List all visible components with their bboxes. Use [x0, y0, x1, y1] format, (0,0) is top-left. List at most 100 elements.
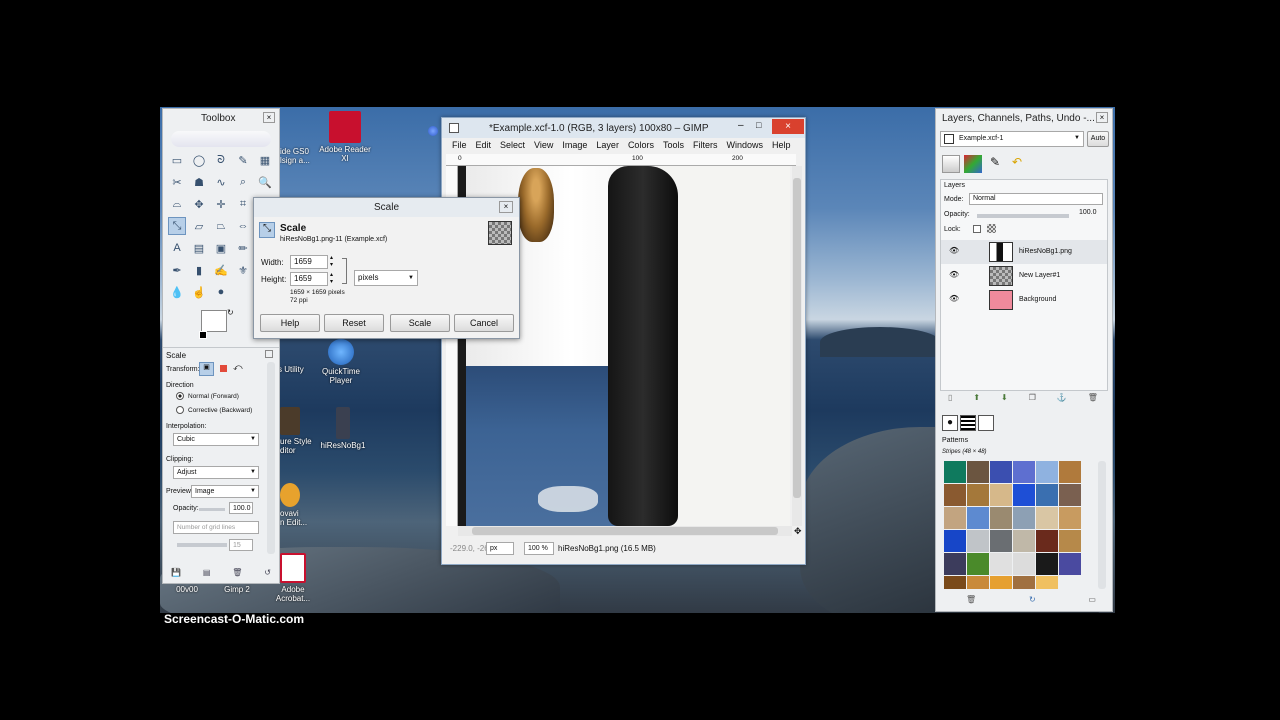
pattern-swatch[interactable]	[990, 461, 1012, 483]
horizontal-scrollbar[interactable]	[458, 526, 792, 536]
close-window-icon[interactable]: ×	[772, 119, 804, 134]
pattern-swatch[interactable]	[967, 461, 989, 483]
pattern-swatch[interactable]	[944, 461, 966, 483]
width-spinner[interactable]: ▴ ▾	[330, 255, 333, 269]
grid-count-input[interactable]: 15	[229, 539, 253, 551]
delete-layer-icon[interactable]: 🗑	[1088, 393, 1098, 407]
eye-icon[interactable]: 👁	[949, 294, 959, 303]
desktop-icon-gs[interactable]: ide GS0 lsign a...	[280, 147, 310, 165]
close-icon[interactable]: ×	[499, 201, 513, 213]
desktop-icon-style-editor[interactable]: ure Style ditor	[280, 407, 316, 455]
default-colors-icon[interactable]	[199, 331, 207, 339]
pattern-swatch[interactable]	[990, 553, 1012, 575]
pattern-swatch[interactable]	[1013, 576, 1035, 589]
opacity-value[interactable]: 100.0	[1079, 209, 1097, 216]
blur-icon[interactable]: 💧	[168, 283, 186, 301]
cancel-button[interactable]: Cancel	[454, 314, 514, 332]
tab-paths[interactable]: ✎	[986, 155, 1004, 173]
menu-view[interactable]: View	[534, 140, 553, 150]
lock-alpha-icon[interactable]	[987, 224, 996, 233]
menu-edit[interactable]: Edit	[476, 140, 492, 150]
image-window-titlebar[interactable]: *Example.xcf-1.0 (RGB, 3 layers) 100x80 …	[442, 118, 805, 138]
pencil-icon[interactable]: ✏	[234, 239, 252, 257]
tool-options-scrollbar[interactable]	[267, 362, 275, 554]
navigate-icon[interactable]: ✥	[794, 526, 802, 537]
pattern-swatch[interactable]	[1036, 530, 1058, 552]
menu-select[interactable]: Select	[500, 140, 525, 150]
eraser-icon[interactable]: ▮	[190, 261, 208, 279]
menu-image[interactable]: Image	[562, 140, 587, 150]
close-icon[interactable]: ×	[263, 112, 275, 123]
clipping-select[interactable]: Adjust	[173, 466, 259, 479]
duplicate-layer-icon[interactable]: ❐	[1029, 393, 1036, 407]
transform-path-icon[interactable]: ⤺	[233, 362, 243, 373]
pattern-swatch[interactable]	[1013, 530, 1035, 552]
refresh-patterns-icon[interactable]: ↻	[1029, 595, 1036, 607]
pattern-swatch[interactable]	[1036, 461, 1058, 483]
desktop-icon-quicktime[interactable]: QuickTime Player	[314, 339, 368, 385]
pattern-swatch[interactable]	[990, 507, 1012, 529]
scissors-icon[interactable]: ✂	[168, 173, 186, 191]
ellipse-select-icon[interactable]: ◯	[190, 151, 208, 169]
menu-filters[interactable]: Filters	[693, 140, 718, 150]
pattern-swatch[interactable]	[944, 530, 966, 552]
clone-icon[interactable]: ⚜	[234, 261, 252, 279]
fuzzy-select-icon[interactable]: ✎	[234, 151, 252, 169]
lower-layer-icon[interactable]: ⬇	[1001, 393, 1008, 407]
transform-selection-icon[interactable]	[220, 365, 227, 372]
paths-icon[interactable]: ∿	[212, 173, 230, 191]
patterns-scrollbar[interactable]	[1098, 461, 1106, 589]
tab-gradients[interactable]	[978, 415, 994, 431]
toolbox-titlebar[interactable]: Toolbox ×	[163, 109, 279, 127]
color-select-icon[interactable]: ▦	[256, 151, 274, 169]
lock-pixels-checkbox[interactable]	[973, 225, 981, 233]
foreground-select-icon[interactable]: ☗	[190, 173, 208, 191]
save-options-icon[interactable]: 💾	[171, 568, 181, 580]
pattern-swatch[interactable]	[967, 484, 989, 506]
pattern-swatch[interactable]	[967, 530, 989, 552]
delete-pattern-icon[interactable]: 🗑	[966, 595, 976, 607]
reset-button[interactable]: Reset	[324, 314, 384, 332]
bucket-fill-icon[interactable]: ▣	[212, 239, 230, 257]
mode-select[interactable]: Normal	[969, 193, 1103, 205]
vertical-scrollbar[interactable]	[792, 166, 802, 526]
pattern-swatch[interactable]	[944, 553, 966, 575]
desktop-icon-hiresnobg1[interactable]: hiResNoBg1	[316, 407, 370, 450]
tab-layers[interactable]	[942, 155, 960, 173]
crop-icon[interactable]: ⌗	[234, 195, 252, 213]
airbrush-icon[interactable]: ✒	[168, 261, 186, 279]
help-button[interactable]: Help	[260, 314, 320, 332]
pattern-swatch[interactable]	[1059, 484, 1081, 506]
grid-slider[interactable]	[177, 543, 227, 547]
guides-select[interactable]: Number of grid lines	[173, 521, 259, 534]
pattern-swatch[interactable]	[1059, 553, 1081, 575]
text-icon[interactable]: A	[168, 239, 186, 257]
pattern-swatch[interactable]	[944, 576, 966, 589]
pattern-swatch[interactable]	[1036, 576, 1058, 589]
menu-help[interactable]: Help	[772, 140, 791, 150]
panel-menu-icon[interactable]	[265, 350, 273, 358]
pattern-swatch[interactable]	[1059, 530, 1081, 552]
pattern-swatch[interactable]	[990, 576, 1012, 589]
delete-options-icon[interactable]: 🗑	[232, 568, 242, 580]
pattern-swatch[interactable]	[990, 484, 1012, 506]
zoom-icon[interactable]: 🔍	[256, 173, 274, 191]
height-spinner[interactable]: ▴ ▾	[330, 272, 333, 286]
desktop-icon-partial[interactable]: 00v00	[160, 585, 214, 594]
unit-select[interactable]: px	[486, 542, 514, 555]
new-layer-icon[interactable]: ▯	[948, 393, 952, 407]
pattern-swatch[interactable]	[1013, 461, 1035, 483]
pattern-swatch[interactable]	[990, 530, 1012, 552]
pattern-swatch[interactable]	[967, 553, 989, 575]
menu-windows[interactable]: Windows	[726, 140, 763, 150]
measure-icon[interactable]: ⌓	[168, 195, 186, 213]
move-icon[interactable]: ✥	[190, 195, 208, 213]
layer-row[interactable]: 👁 hiResNoBg1.png	[941, 240, 1107, 264]
auto-button[interactable]: Auto	[1087, 131, 1109, 147]
zoom-select[interactable]: 100 %	[524, 542, 554, 555]
pattern-swatch[interactable]	[1013, 484, 1035, 506]
eye-icon[interactable]: 👁	[949, 246, 959, 255]
image-select[interactable]: Example.xcf-1	[940, 131, 1084, 147]
anchor-layer-icon[interactable]: ⚓	[1057, 393, 1067, 407]
maximize-icon[interactable]: □	[756, 120, 761, 130]
